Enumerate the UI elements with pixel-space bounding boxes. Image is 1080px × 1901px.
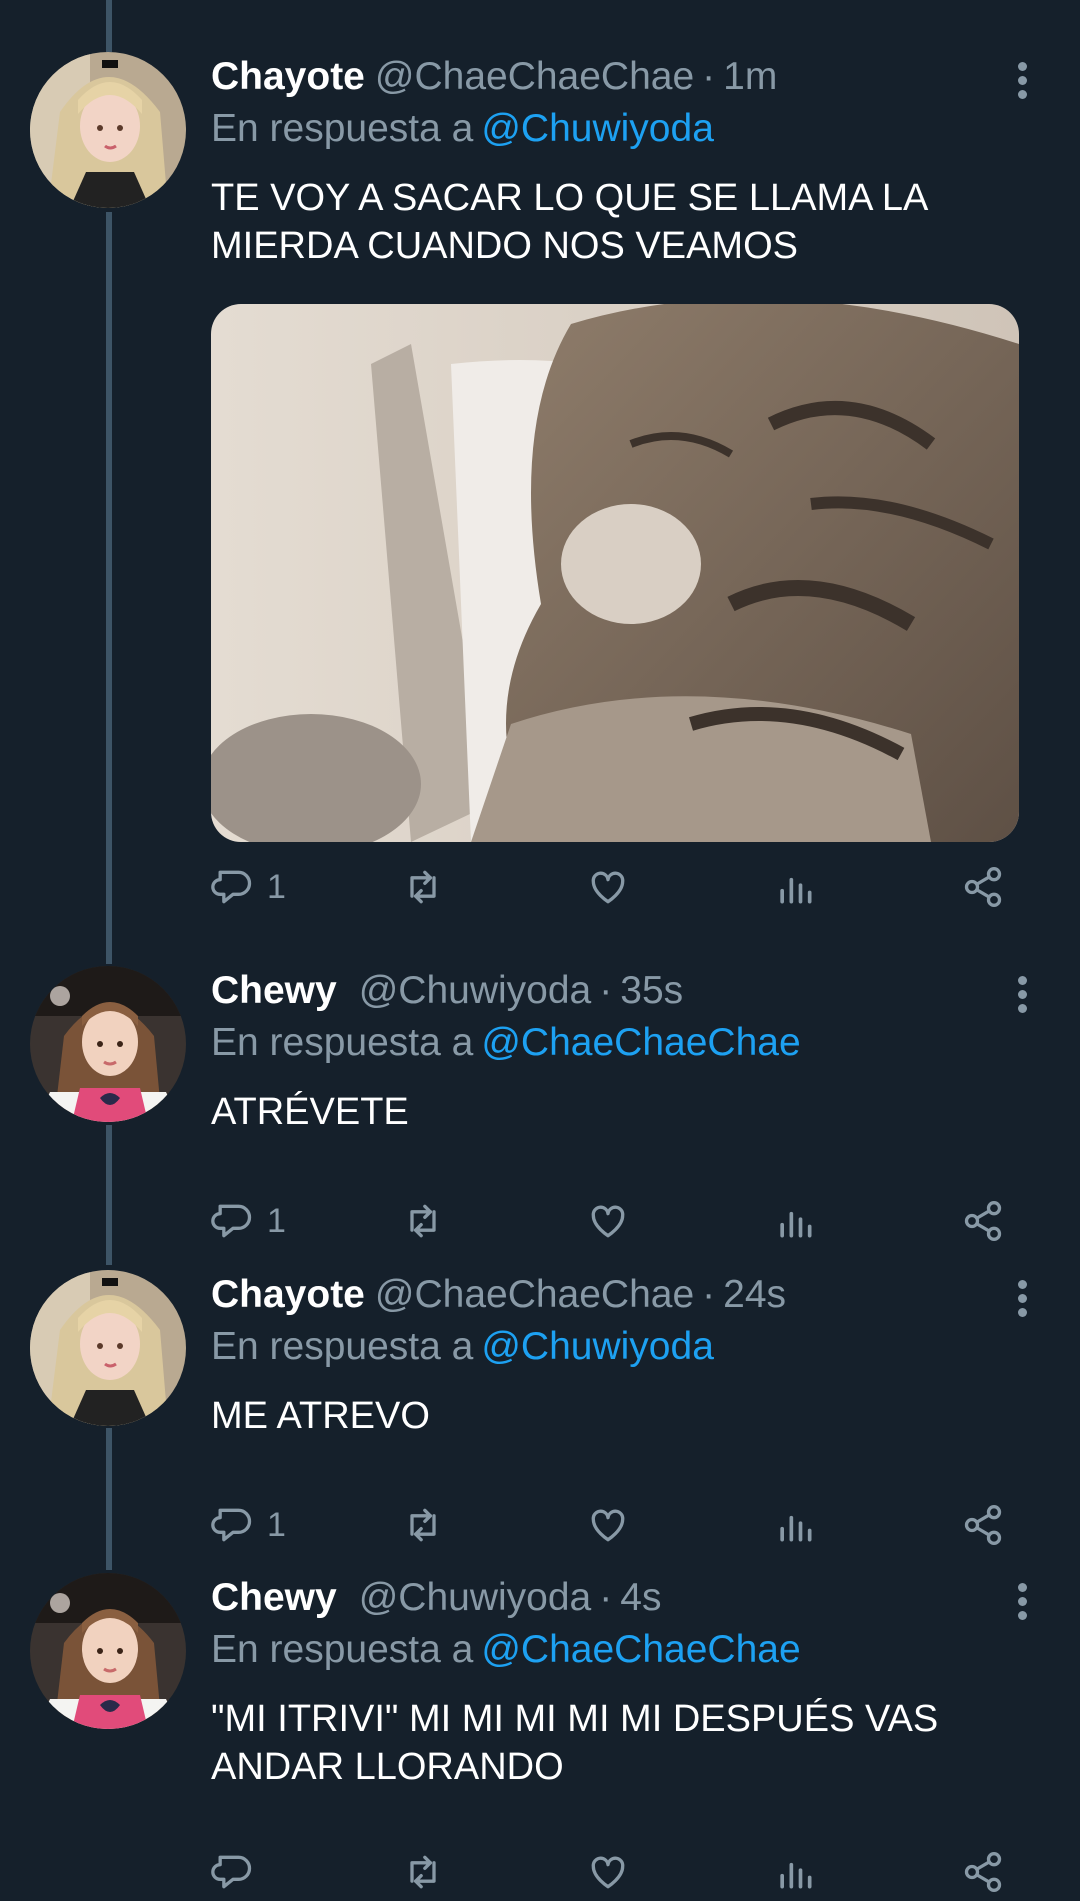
reply-button[interactable]: 1: [211, 862, 286, 912]
user-handle[interactable]: @Chuwiyoda: [359, 969, 592, 1012]
tweet[interactable]: Chewy @Chuwiyoda · 4s En respuesta a @ChaeCh…: [0, 1573, 1080, 1893]
reply-icon: [211, 1508, 252, 1542]
tweet[interactable]: Chayote @ChaeChaeChae · 1m En respuesta a @C…: [0, 52, 1080, 942]
avatar[interactable]: [30, 1270, 186, 1426]
reply-label: En respuesta a: [211, 107, 474, 150]
reply-context: En respuesta a @Chuwiyoda: [211, 104, 714, 154]
like-icon: [591, 1509, 625, 1542]
share-icon: [964, 867, 1002, 907]
share-icon: [964, 1505, 1002, 1545]
display-name[interactable]: Chewy: [211, 969, 337, 1012]
like-button[interactable]: [586, 862, 630, 912]
reply-icon: [211, 1855, 252, 1889]
retweet-button[interactable]: [401, 862, 445, 912]
like-icon: [591, 871, 625, 904]
analytics-button[interactable]: [773, 1196, 817, 1246]
thread-line: [106, 0, 112, 52]
like-button[interactable]: [586, 1500, 630, 1550]
retweet-icon: [410, 1508, 436, 1542]
analytics-icon: [780, 1862, 812, 1889]
user-handle[interactable]: @ChaeChaeChae: [375, 55, 694, 98]
tweet-header: Chayote @ChaeChaeChae · 24s: [211, 1270, 786, 1320]
avatar[interactable]: [30, 966, 186, 1122]
retweet-icon: [410, 870, 436, 904]
analytics-icon: [780, 1515, 812, 1542]
reply-mention-link[interactable]: @ChaeChaeChae: [481, 1628, 800, 1671]
reply-mention-link[interactable]: @Chuwiyoda: [481, 107, 714, 150]
tweet-header: Chayote @ChaeChaeChae · 1m: [211, 52, 777, 102]
timestamp[interactable]: 4s: [620, 1576, 661, 1619]
tweet-image[interactable]: [211, 304, 1019, 842]
more-options-icon[interactable]: [1012, 1583, 1032, 1623]
retweet-button[interactable]: [401, 1196, 445, 1246]
analytics-button[interactable]: [773, 1500, 817, 1550]
tweet-actions: 1: [211, 862, 1021, 912]
display-name[interactable]: Chayote: [211, 55, 365, 98]
reply-label: En respuesta a: [211, 1325, 474, 1368]
tweet-header: Chewy @Chuwiyoda · 4s: [211, 1573, 661, 1623]
tweet[interactable]: Chewy @Chuwiyoda · 35s En respuesta a @ChaeC…: [0, 966, 1080, 1241]
reply-count: 1: [267, 1505, 286, 1544]
avatar[interactable]: [30, 52, 186, 208]
tweet-text: ATRÉVETE: [211, 1091, 409, 1133]
reply-count: 1: [267, 1201, 286, 1240]
like-icon: [591, 1856, 625, 1889]
separator-dot: ·: [599, 969, 613, 1012]
timestamp[interactable]: 35s: [620, 969, 683, 1012]
tweet-actions: [211, 1847, 1021, 1897]
more-options-icon[interactable]: [1012, 976, 1032, 1016]
user-handle[interactable]: @ChaeChaeChae: [375, 1273, 694, 1316]
reply-context: En respuesta a @Chuwiyoda: [211, 1322, 714, 1372]
more-options-icon[interactable]: [1012, 62, 1032, 102]
timestamp[interactable]: 1m: [723, 55, 777, 98]
tweet[interactable]: Chayote @ChaeChaeChae · 24s En respuesta a @…: [0, 1270, 1080, 1545]
tweet-actions: 1: [211, 1196, 1021, 1246]
reply-icon: [211, 870, 252, 904]
tweet-header: Chewy @Chuwiyoda · 35s: [211, 966, 683, 1016]
reply-context: En respuesta a @ChaeChaeChae: [211, 1625, 801, 1675]
share-icon: [964, 1852, 1002, 1892]
tweet-text: TE VOY A SACAR LO QUE SE LLAMA LA MIERDA…: [211, 177, 927, 267]
like-button[interactable]: [586, 1847, 630, 1897]
analytics-icon: [780, 1211, 812, 1238]
share-button[interactable]: [961, 1847, 1005, 1897]
retweet-icon: [410, 1204, 436, 1238]
display-name[interactable]: Chewy: [211, 1576, 337, 1619]
like-button[interactable]: [586, 1196, 630, 1246]
share-button[interactable]: [961, 1196, 1005, 1246]
tweet-text: "MI ITRIVI" MI MI MI MI MI DESPUÉS VAS A…: [211, 1698, 939, 1788]
user-handle[interactable]: @Chuwiyoda: [359, 1576, 592, 1619]
tweet-text: ME ATREVO: [211, 1395, 430, 1437]
reply-count: 1: [267, 867, 286, 906]
display-name[interactable]: Chayote: [211, 1273, 365, 1316]
separator-dot: ·: [599, 1576, 613, 1619]
retweet-button[interactable]: [401, 1847, 445, 1897]
timestamp[interactable]: 24s: [723, 1273, 786, 1316]
like-icon: [591, 1205, 625, 1238]
share-button[interactable]: [961, 1500, 1005, 1550]
reply-label: En respuesta a: [211, 1628, 474, 1671]
share-button[interactable]: [961, 862, 1005, 912]
reply-context: En respuesta a @ChaeChaeChae: [211, 1018, 801, 1068]
reply-button[interactable]: [211, 1847, 267, 1897]
reply-icon: [211, 1204, 252, 1238]
share-icon: [964, 1201, 1002, 1241]
separator-dot: ·: [702, 55, 716, 98]
analytics-icon: [780, 877, 812, 904]
retweet-button[interactable]: [401, 1500, 445, 1550]
more-options-icon[interactable]: [1012, 1280, 1032, 1320]
avatar[interactable]: [30, 1573, 186, 1729]
reply-button[interactable]: 1: [211, 1500, 286, 1550]
tweet-actions: 1: [211, 1500, 1021, 1550]
reply-mention-link[interactable]: @ChaeChaeChae: [481, 1021, 800, 1064]
separator-dot: ·: [702, 1273, 716, 1316]
reply-mention-link[interactable]: @Chuwiyoda: [481, 1325, 714, 1368]
reply-button[interactable]: 1: [211, 1196, 286, 1246]
analytics-button[interactable]: [773, 862, 817, 912]
reply-label: En respuesta a: [211, 1021, 474, 1064]
retweet-icon: [410, 1855, 436, 1889]
analytics-button[interactable]: [773, 1847, 817, 1897]
